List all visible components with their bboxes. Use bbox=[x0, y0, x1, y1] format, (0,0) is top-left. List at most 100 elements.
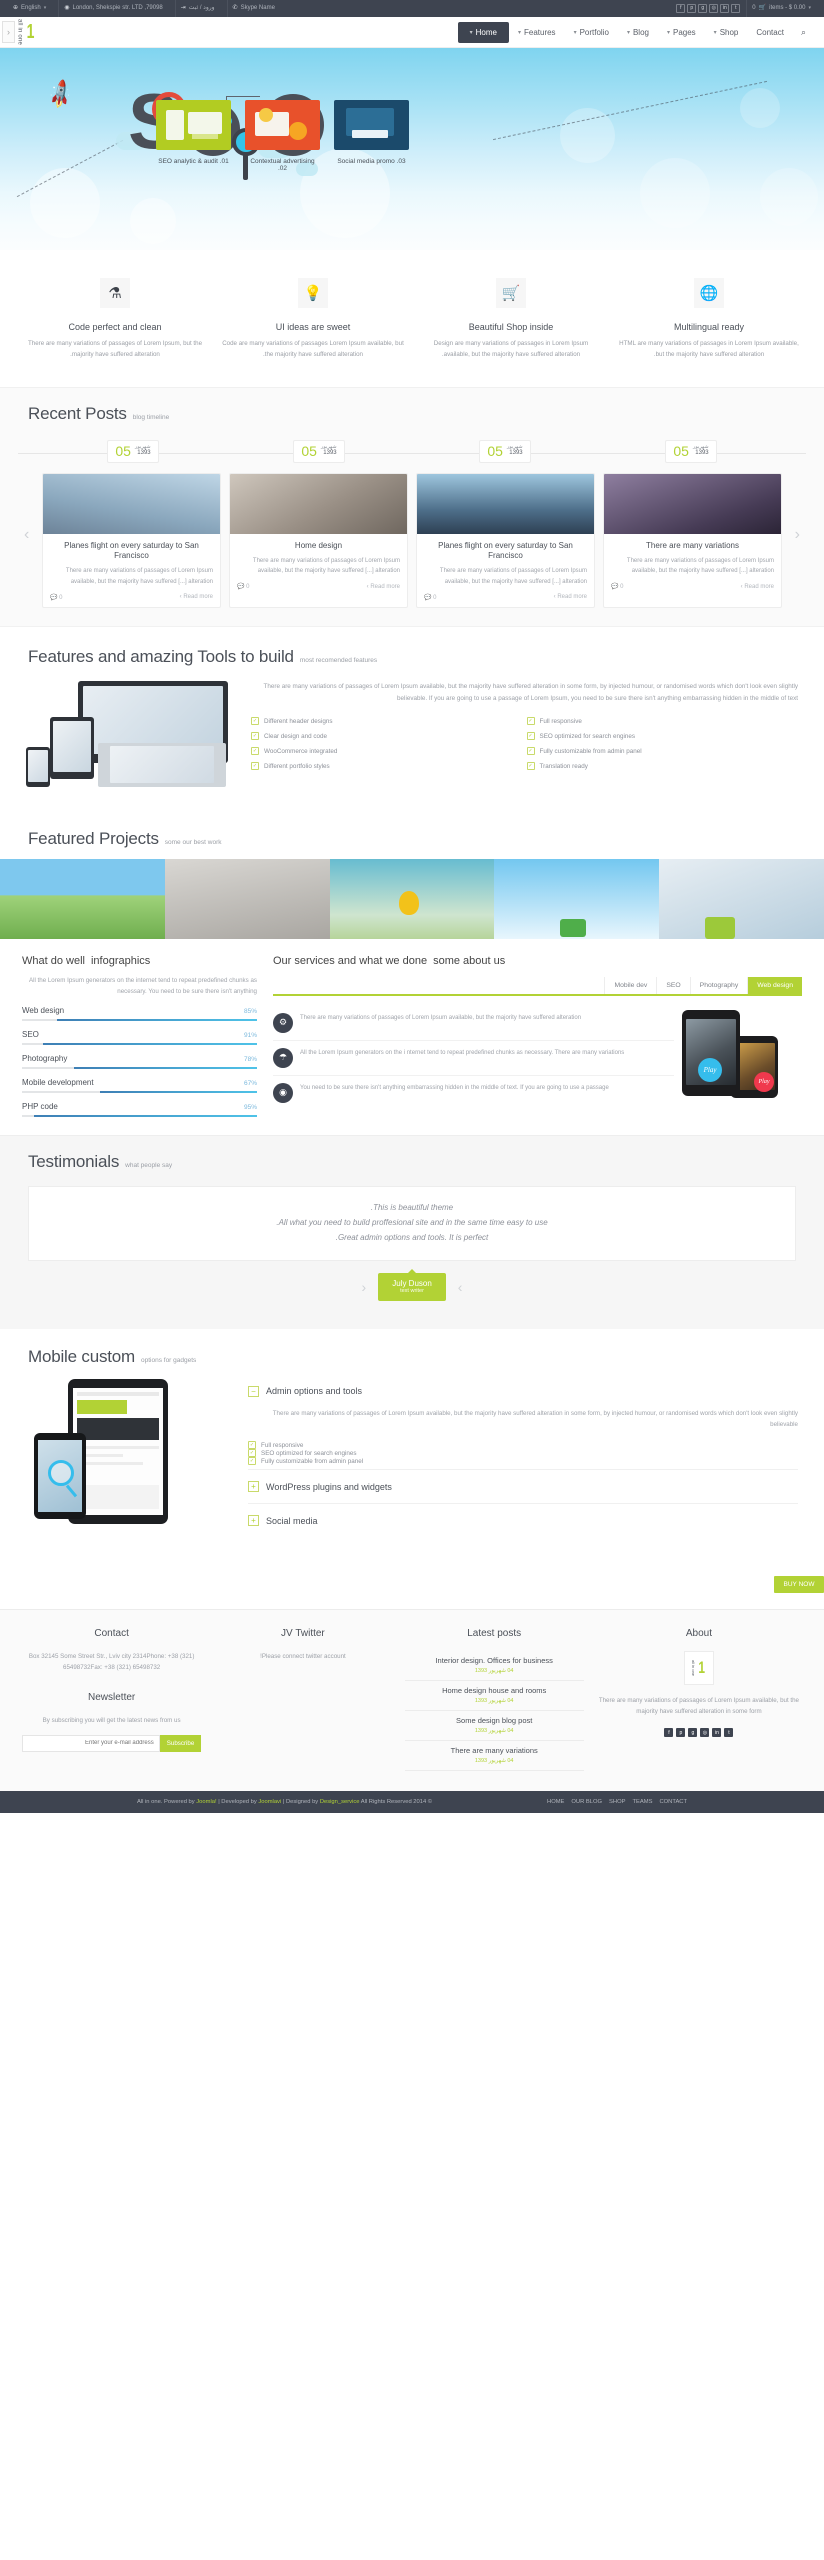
bottom-link-our-blog[interactable]: OUR BLOG bbox=[571, 1799, 602, 1805]
checklist-item: ✓ SEO optimized for search engines bbox=[248, 1449, 357, 1458]
post-read-more[interactable]: Read more › bbox=[180, 594, 213, 600]
skype-contact[interactable]: Skype Name ✆ bbox=[226, 0, 280, 17]
post-card[interactable]: Planes flight on every saturday to San F… bbox=[42, 472, 221, 608]
sidebar-toggle-button[interactable]: ‹ bbox=[2, 21, 15, 43]
twitter-icon[interactable]: t bbox=[724, 1728, 734, 1738]
nav-item-features[interactable]: Features ▾ bbox=[509, 23, 565, 42]
infographics-desc: All the Lorem Ipsum generators on the in… bbox=[28, 976, 257, 995]
nav-menu: Contact Shop ▾ Pages ▾ Blog ▾ Portfolio … bbox=[457, 21, 793, 43]
feature-card: 🛒 Beautiful Shop inside Design are many … bbox=[414, 278, 608, 361]
nav-item-contact[interactable]: Contact bbox=[747, 23, 793, 42]
bokeh-decoration bbox=[560, 108, 615, 163]
nav-item-shop[interactable]: Shop ▾ bbox=[705, 23, 748, 42]
page-root: ▾ items - $ 0.00 🛒 0 t in ◎ g p f Skype … bbox=[0, 0, 824, 1813]
twitter-icon[interactable]: t bbox=[731, 4, 741, 13]
carousel-prev-button[interactable]: ‹ bbox=[795, 526, 800, 544]
joomlavi-link[interactable]: Joomlavi bbox=[258, 1799, 281, 1805]
instagram-icon[interactable]: ◎ bbox=[700, 1728, 710, 1738]
nav-label: Home bbox=[475, 27, 497, 37]
feature-card: 🌐 Multilingual ready HTML are many varia… bbox=[612, 278, 806, 361]
top-bar-right: Skype Name ✆ ورود / ثبت ⇥ London, Sheksp… bbox=[8, 0, 280, 17]
promo-card[interactable]: Contextual advertising .02 bbox=[245, 100, 320, 172]
tab-web-design[interactable]: Web design bbox=[747, 976, 802, 994]
service-text: You need to be sure there isn't anything… bbox=[300, 1084, 609, 1091]
section-subtitle: options for gadgets bbox=[141, 1356, 197, 1364]
google-plus-icon[interactable]: g bbox=[698, 4, 708, 13]
login-register-link[interactable]: ورود / ثبت ⇥ bbox=[174, 0, 220, 17]
testimonial-prev-button[interactable]: ‹ bbox=[362, 1279, 367, 1295]
promo-label: Social media promo .03 bbox=[337, 158, 406, 165]
pinterest-icon[interactable]: p bbox=[687, 4, 697, 13]
footer-logo[interactable]: 1 all in one bbox=[683, 1650, 714, 1685]
footer-post-item[interactable]: There are many variations 04 شهریور 1393 bbox=[404, 1741, 584, 1771]
tab-seo[interactable]: SEO bbox=[656, 976, 689, 994]
top-bar-left: ▾ items - $ 0.00 🛒 0 t in ◎ g p f bbox=[676, 0, 816, 17]
accordion-header-plugins[interactable]: + WordPress plugins and widgets bbox=[248, 1474, 798, 1499]
joomla-link[interactable]: Joomla! bbox=[196, 1799, 216, 1805]
bottom-link-shop[interactable]: SHOP bbox=[609, 1799, 625, 1805]
devices-illustration bbox=[26, 680, 241, 791]
quote-line-3: Great admin options and tools. It is per… bbox=[335, 1232, 489, 1242]
footer-post-item[interactable]: Home design house and rooms 04 شهریور 13… bbox=[404, 1681, 584, 1711]
check-icon: ✓ bbox=[248, 1441, 256, 1450]
tab-mobile-dev[interactable]: Mobile dev bbox=[604, 976, 656, 994]
footer-post-item[interactable]: Some design blog post 04 شهریور 1393 bbox=[404, 1711, 584, 1741]
instagram-icon[interactable]: ◎ bbox=[709, 4, 719, 13]
google-plus-icon[interactable]: g bbox=[688, 1728, 698, 1738]
cart-summary[interactable]: ▾ items - $ 0.00 🛒 0 bbox=[746, 0, 816, 17]
post-read-more[interactable]: Read more › bbox=[554, 594, 587, 600]
post-card[interactable]: Home design There are many variations of… bbox=[229, 472, 408, 608]
address-label: London, Shekspie str. LTD ,79098 bbox=[72, 5, 163, 11]
footer-twitter-text: Please connect twitter account! bbox=[260, 1652, 346, 1660]
buy-now-button[interactable]: BUY NOW bbox=[774, 1575, 824, 1593]
tab-photography[interactable]: Photography bbox=[689, 976, 748, 994]
camera-icon: ◉ bbox=[273, 1082, 293, 1103]
newsletter-subscribe-button[interactable]: Subscribe bbox=[159, 1734, 202, 1752]
bottom-link-teams[interactable]: TEAMS bbox=[632, 1799, 652, 1805]
language-label: English bbox=[21, 5, 41, 11]
plus-icon: + bbox=[248, 1481, 259, 1493]
project-tile[interactable] bbox=[164, 858, 330, 939]
section-header: Recent Posts blog timeline bbox=[0, 404, 824, 424]
project-tile[interactable] bbox=[0, 858, 165, 939]
accordion-header-open[interactable]: − Admin options and tools bbox=[248, 1379, 798, 1404]
search-icon[interactable]: ⌕ bbox=[793, 27, 814, 38]
newsletter-email-input[interactable] bbox=[21, 1734, 160, 1752]
language-selector[interactable]: ▾ English ⊕ bbox=[8, 0, 51, 17]
testimonial-next-button[interactable]: › bbox=[458, 1279, 463, 1295]
promo-card[interactable]: Social media promo .03 bbox=[334, 100, 409, 172]
linkedin-icon[interactable]: in bbox=[720, 4, 730, 13]
post-read-more[interactable]: Read more › bbox=[741, 584, 774, 590]
nav-item-home[interactable]: Home ▾ bbox=[457, 21, 509, 43]
footer-post-date: 04 شهریور 1393 bbox=[474, 1727, 514, 1734]
features-tools-section: Features and amazing Tools to build most… bbox=[0, 625, 824, 813]
nav-item-blog[interactable]: Blog ▾ bbox=[618, 23, 658, 42]
bottom-links: CONTACT TEAMS SHOP OUR BLOG HOME bbox=[547, 1799, 687, 1805]
phones-illustration: Play Play bbox=[682, 1006, 802, 1101]
promo-card[interactable]: SEO analytic & audit .01 bbox=[156, 100, 231, 172]
project-tile[interactable] bbox=[659, 858, 824, 939]
date-day: 05 bbox=[487, 442, 503, 459]
play-badge-back: Play bbox=[754, 1071, 774, 1092]
footer-post-title: Home design house and rooms bbox=[442, 1685, 547, 1695]
linkedin-icon[interactable]: in bbox=[712, 1728, 722, 1738]
project-tile[interactable] bbox=[494, 858, 660, 939]
post-card[interactable]: Planes flight on every saturday to San F… bbox=[416, 472, 595, 608]
accordion-header-social[interactable]: + Social media bbox=[248, 1508, 798, 1533]
chevron-down-icon: ▾ bbox=[517, 29, 521, 36]
project-tile[interactable] bbox=[329, 858, 495, 939]
bottom-link-home[interactable]: HOME bbox=[547, 1799, 564, 1805]
footer-about-text: There are many variations of passages of… bbox=[598, 1696, 799, 1716]
facebook-icon[interactable]: f bbox=[676, 4, 686, 13]
pinterest-icon[interactable]: p bbox=[676, 1728, 686, 1738]
footer-post-item[interactable]: Interior design. Offices for business 04… bbox=[404, 1651, 584, 1681]
nav-item-pages[interactable]: Pages ▾ bbox=[658, 23, 705, 42]
nav-item-portfolio[interactable]: Portfolio ▾ bbox=[565, 23, 618, 42]
bottom-link-contact[interactable]: CONTACT bbox=[659, 1799, 687, 1805]
post-read-more[interactable]: Read more › bbox=[367, 584, 400, 590]
carousel-next-button[interactable]: › bbox=[24, 526, 29, 544]
checklist-item: ✓ Fully customizable from admin panel bbox=[248, 1457, 364, 1466]
post-card[interactable]: There are many variations There are many… bbox=[603, 472, 782, 608]
facebook-icon[interactable]: f bbox=[664, 1728, 674, 1738]
design-service-link[interactable]: Design_service bbox=[320, 1799, 360, 1805]
